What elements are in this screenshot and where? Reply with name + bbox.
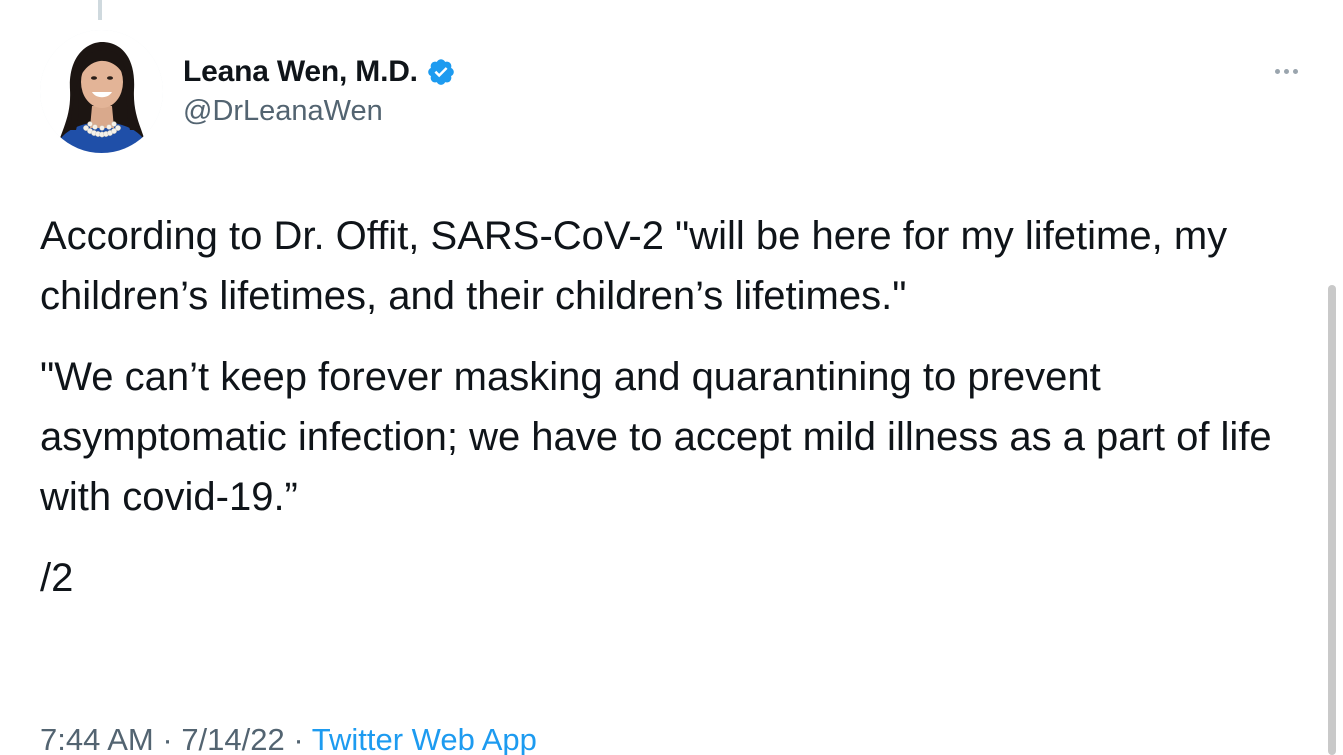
author-display-name[interactable]: Leana Wen, M.D. — [183, 55, 418, 89]
tweet-paragraph: According to Dr. Offit, SARS-CoV-2 "will… — [40, 214, 1228, 318]
tweet-source-link[interactable]: Twitter Web App — [312, 722, 537, 755]
thread-connector-line — [98, 0, 102, 20]
tweet-metadata: 7:44 AM · 7/14/22 · Twitter Web App — [40, 718, 537, 755]
more-options-icon — [1274, 68, 1280, 74]
scrollbar-thumb[interactable] — [1328, 285, 1336, 755]
meta-separator: · — [153, 722, 182, 755]
tweet-time[interactable]: 7:44 AM — [40, 722, 154, 755]
verified-badge-icon — [426, 57, 456, 87]
more-options-button[interactable] — [1264, 58, 1308, 84]
avatar-image — [40, 30, 163, 153]
tweet-paragraph: /2 — [40, 556, 74, 600]
tweet-paragraph: "We can’t keep forever masking and quara… — [40, 355, 1272, 519]
more-options-icon-dot — [1283, 68, 1289, 74]
author-handle[interactable]: @DrLeanaWen — [183, 95, 383, 128]
avatar[interactable] — [40, 30, 163, 153]
more-options-icon-dot — [1292, 68, 1298, 74]
meta-separator: · — [284, 722, 312, 755]
tweet-date[interactable]: 7/14/22 — [181, 722, 284, 755]
tweet-text: According to Dr. Offit, SARS-CoV-2 "will… — [40, 206, 1300, 629]
author-name-row[interactable]: Leana Wen, M.D. — [183, 50, 456, 94]
